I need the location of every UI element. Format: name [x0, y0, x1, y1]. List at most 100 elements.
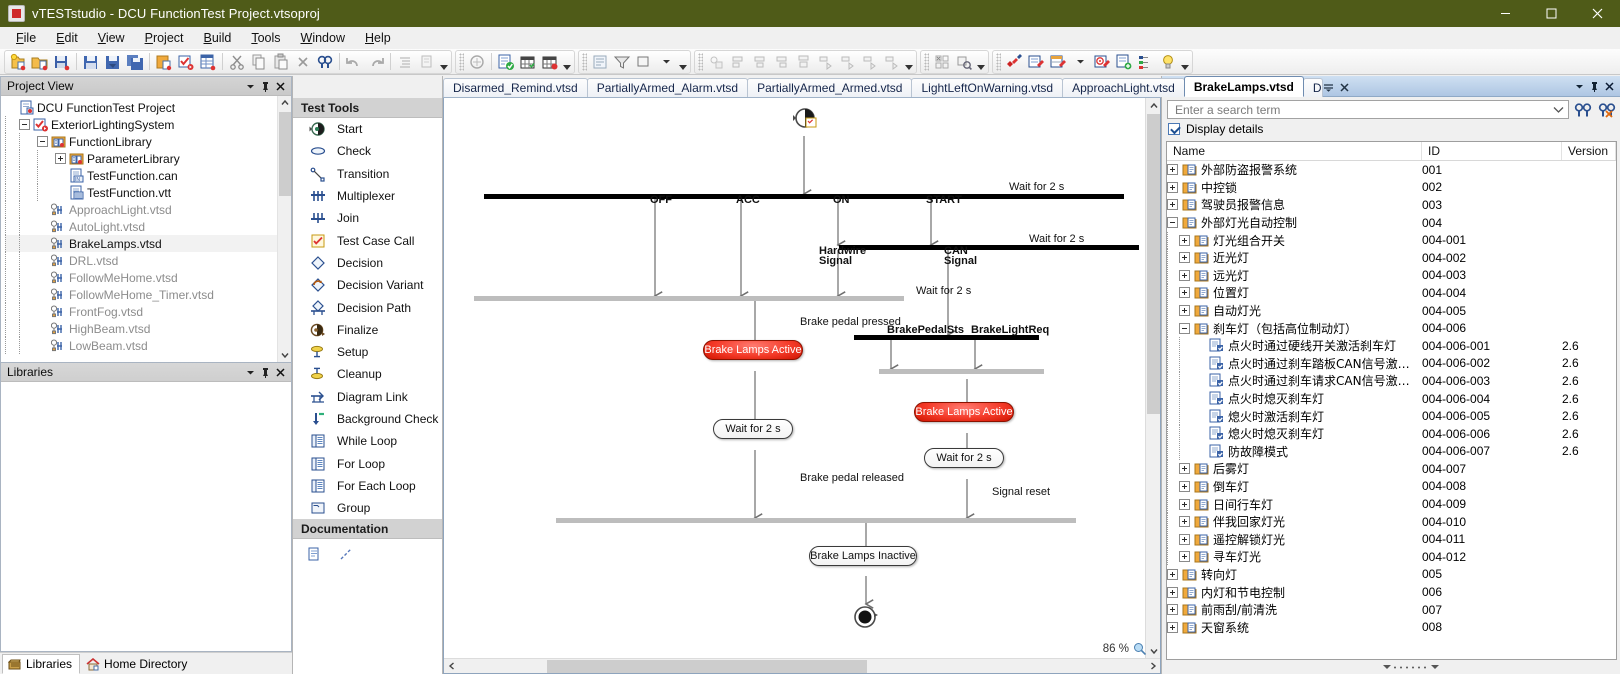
trace-item-row[interactable]: 后雾灯 004-007: [1167, 460, 1616, 478]
trace-grid-splitter[interactable]: [1162, 660, 1620, 674]
trace-item-row[interactable]: 点火时通过硬线开关激活刹车灯 004-006-001 2.6: [1167, 337, 1616, 355]
pin-icon[interactable]: [1587, 78, 1602, 95]
fork-bar-1[interactable]: [484, 194, 1124, 199]
project-tree-item[interactable]: DCU FunctionTest Project: [5, 99, 277, 116]
toolbar-overflow-button[interactable]: [677, 51, 688, 73]
chevron-down-icon[interactable]: [655, 51, 677, 73]
scroll-left-icon[interactable]: [444, 659, 459, 674]
new-testcase-icon[interactable]: [175, 51, 197, 73]
toolbar-overflow-button[interactable]: [438, 51, 449, 73]
tree-expander[interactable]: [1167, 164, 1178, 176]
traceability-icon[interactable]: [1135, 51, 1157, 73]
bottom-tab-home-directory[interactable]: Home Directory: [80, 654, 195, 674]
test-unit-icon[interactable]: [1025, 51, 1047, 73]
document-tab[interactable]: LightLeftOnWarning.vtsd: [911, 78, 1064, 97]
note-link-icon[interactable]: [339, 547, 355, 565]
document-tab[interactable]: Disarmed_Remind.vtsd: [443, 78, 588, 97]
column-header-name[interactable]: Name: [1167, 142, 1422, 160]
toolbar-drag-handle[interactable]: [698, 52, 703, 71]
fork-bar-2[interactable]: [839, 245, 1139, 250]
document-tab-bar[interactable]: Disarmed_Remind.vtsd PartiallyArmed_Alarm…: [443, 76, 1349, 98]
test-tool-for-loop[interactable]: For Loop: [293, 452, 442, 474]
save-icon[interactable]: [80, 51, 102, 73]
scroll-up-icon[interactable]: [278, 96, 291, 110]
zoom-magnifier-icon[interactable]: [1133, 642, 1147, 656]
column-header-id[interactable]: ID: [1422, 142, 1562, 160]
project-tree-item[interactable]: FrontFog.vtsd: [5, 303, 277, 320]
trace-item-row[interactable]: 熄火时熄灭刹车灯 004-006-006 2.6: [1167, 425, 1616, 443]
toolbar-drag-handle[interactable]: [924, 52, 929, 71]
toolbar-overflow-button[interactable]: [975, 51, 986, 73]
document-tab[interactable]: D: [1302, 78, 1323, 97]
trace-item-row[interactable]: 远光灯 004-003: [1167, 266, 1616, 285]
save-as-icon[interactable]: [102, 51, 124, 73]
menu-item-help[interactable]: Help: [355, 28, 401, 48]
undo-icon[interactable]: [343, 51, 365, 73]
properties-icon[interactable]: [589, 51, 611, 73]
new-table-icon[interactable]: [197, 51, 219, 73]
diagram-node[interactable]: Brake Lamps Active: [914, 402, 1014, 422]
trace-item-row[interactable]: 外部防盗报警系统 001: [1167, 161, 1616, 179]
align-left-icon[interactable]: [727, 51, 749, 73]
trace-item-row[interactable]: 日间行车灯 004-009: [1167, 495, 1616, 513]
tree-expander[interactable]: [1167, 217, 1178, 229]
test-export-icon[interactable]: [1113, 51, 1135, 73]
tree-expander[interactable]: [37, 136, 48, 147]
diagram-node[interactable]: Brake Lamps Active: [703, 340, 803, 360]
menu-item-edit[interactable]: Edit: [46, 28, 88, 48]
menu-item-build[interactable]: Build: [194, 28, 242, 48]
project-tree-item[interactable]: HighBeam.vtsd: [5, 320, 277, 337]
menu-item-window[interactable]: Window: [291, 28, 355, 48]
trace-item-row[interactable]: 位置灯 004-004: [1167, 284, 1616, 302]
generate-table-icon[interactable]: [517, 51, 539, 73]
project-tree-item[interactable]: DRL.vtsd: [5, 252, 277, 269]
tree-expander[interactable]: [1179, 322, 1190, 334]
trace-item-row[interactable]: 灯光组合开关 004-001: [1167, 231, 1616, 249]
diagram-start-node[interactable]: [792, 106, 818, 135]
trace-item-row[interactable]: 驾驶员报警信息 003: [1167, 196, 1616, 214]
test-tools-list[interactable]: Start Check Transition Multiplexer Join Test …: [293, 118, 442, 519]
bottom-tab-libraries[interactable]: Libraries: [2, 654, 81, 674]
redo-icon[interactable]: [365, 51, 387, 73]
diagram-canvas[interactable]: OFF ACC ON START Wait for 2 s Wait for 2 s Wai…: [444, 98, 1160, 673]
tree-expander[interactable]: [1179, 516, 1190, 528]
test-tool-for-each-loop[interactable]: For Each Loop: [293, 475, 442, 497]
test-tool-group[interactable]: Group: [293, 497, 442, 519]
project-tree-item[interactable]: TestFunction.vtt: [5, 184, 277, 201]
trace-item-row[interactable]: 中控锁 002: [1167, 179, 1616, 197]
column-header-version[interactable]: Version: [1562, 142, 1616, 160]
trace-item-row[interactable]: 倒车灯 004-008: [1167, 477, 1616, 496]
tree-expander[interactable]: [1179, 533, 1190, 545]
trace-item-row[interactable]: 伴我回家灯光 004-010: [1167, 513, 1616, 531]
trace-item-row[interactable]: 熄火时激活刹车灯 004-006-005 2.6: [1167, 407, 1616, 425]
trace-item-row[interactable]: 转向灯 005: [1167, 566, 1616, 584]
grid-icon[interactable]: [931, 51, 953, 73]
scroll-thumb[interactable]: [279, 112, 291, 196]
panel-menu-button[interactable]: [1572, 78, 1587, 95]
project-tree-scrollbar[interactable]: [277, 96, 291, 362]
diagram-node[interactable]: Wait for 2 s: [713, 419, 793, 439]
copy-icon[interactable]: [248, 51, 270, 73]
test-tool-decision-path[interactable]: Decision Path: [293, 296, 442, 318]
minimize-button[interactable]: [1482, 0, 1528, 27]
test-tool-check[interactable]: Check: [293, 140, 442, 162]
project-tree-item[interactable]: ParameterLibrary: [5, 150, 277, 167]
close-icon[interactable]: [1602, 78, 1617, 95]
scroll-down-icon[interactable]: [278, 348, 291, 362]
scroll-down-icon[interactable]: [1146, 643, 1160, 658]
hscroll-track[interactable]: [459, 659, 1145, 674]
panel-menu-button[interactable]: [243, 364, 258, 381]
zoom-fit-icon[interactable]: [953, 51, 975, 73]
distribute-2-icon[interactable]: [837, 51, 859, 73]
align-center-icon[interactable]: [749, 51, 771, 73]
menu-item-tools[interactable]: Tools: [241, 28, 290, 48]
test-design-icon[interactable]: [1003, 51, 1025, 73]
test-tool-multiplexer[interactable]: Multiplexer: [293, 185, 442, 207]
test-tool-test-case-call[interactable]: Test Case Call: [293, 229, 442, 251]
test-table-icon[interactable]: [1047, 51, 1069, 73]
trace-item-row[interactable]: 刹车灯（包括高位制动灯） 004-006: [1167, 319, 1616, 337]
document-tab[interactable]: PartiallyArmed_Armed.vtsd: [747, 78, 913, 97]
test-tool-transition[interactable]: Transition: [293, 163, 442, 185]
test-tool-join[interactable]: Join: [293, 207, 442, 229]
display-details-checkbox[interactable]: [1168, 123, 1180, 135]
